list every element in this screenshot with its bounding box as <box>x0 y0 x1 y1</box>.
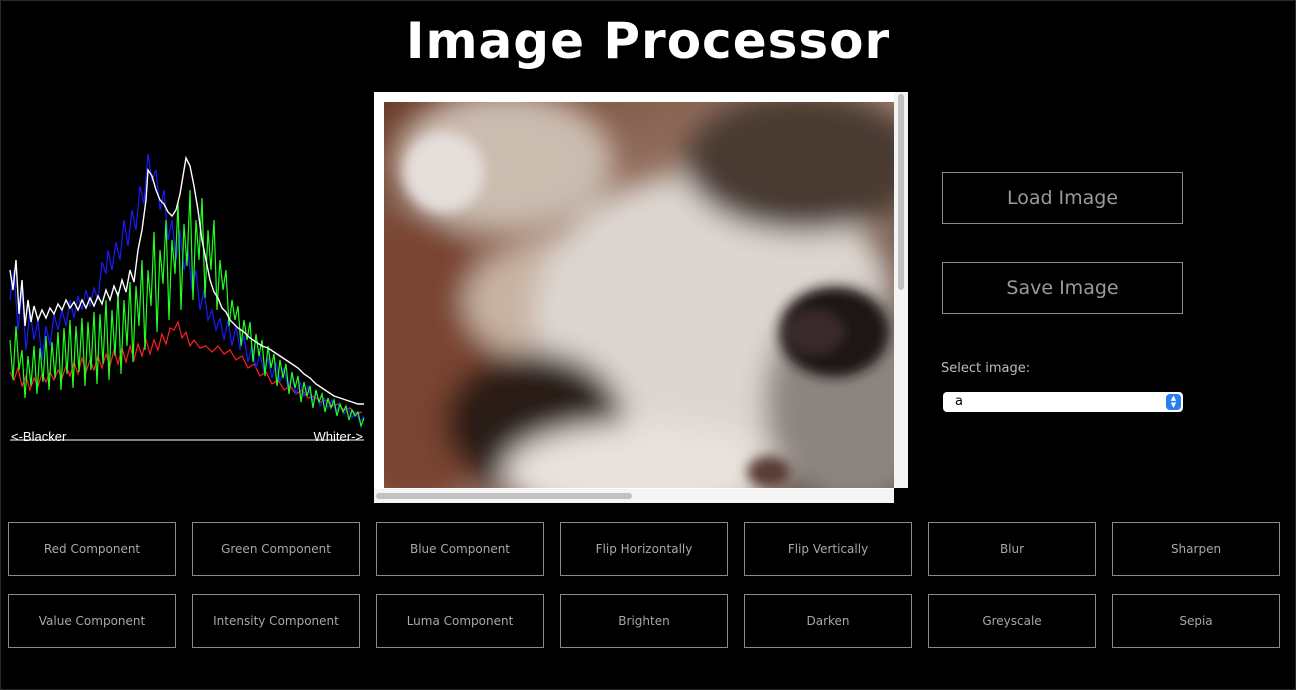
brighten-button[interactable]: Brighten <box>560 594 728 648</box>
histogram-left-label: <-Blacker <box>11 429 67 444</box>
histogram-chart <box>9 153 365 441</box>
horizontal-scrollbar[interactable] <box>374 489 894 503</box>
sharpen-button[interactable]: Sharpen <box>1112 522 1280 576</box>
select-image-value: a <box>955 394 963 409</box>
displayed-image <box>384 102 894 488</box>
flip-horizontally-button[interactable]: Flip Horizontally <box>560 522 728 576</box>
intensity-component-button[interactable]: Intensity Component <box>192 594 360 648</box>
vertical-scrollbar[interactable] <box>894 92 908 488</box>
app-title: Image Processor <box>405 12 891 70</box>
histogram-panel: <-Blacker Whiter-> <box>8 150 366 446</box>
horizontal-scroll-thumb[interactable] <box>376 493 632 499</box>
histogram-intensity-line <box>9 155 364 405</box>
save-image-button[interactable]: Save Image <box>942 262 1183 314</box>
value-component-button[interactable]: Value Component <box>8 594 176 648</box>
greyscale-button[interactable]: Greyscale <box>928 594 1096 648</box>
darken-button[interactable]: Darken <box>744 594 912 648</box>
vertical-scroll-thumb[interactable] <box>898 94 904 290</box>
select-image-label: Select image: <box>941 361 1031 376</box>
blue-component-button[interactable]: Blue Component <box>376 522 544 576</box>
updown-chevron-icon: ▲ ▼ <box>1166 394 1181 410</box>
sepia-button[interactable]: Sepia <box>1112 594 1280 648</box>
image-viewer <box>374 92 908 503</box>
green-component-button[interactable]: Green Component <box>192 522 360 576</box>
red-component-button[interactable]: Red Component <box>8 522 176 576</box>
select-image-dropdown[interactable]: a ▲ ▼ <box>943 392 1183 412</box>
blur-button[interactable]: Blur <box>928 522 1096 576</box>
luma-component-button[interactable]: Luma Component <box>376 594 544 648</box>
flip-vertically-button[interactable]: Flip Vertically <box>744 522 912 576</box>
histogram-blue-line <box>9 153 365 424</box>
histogram-red-line <box>9 320 363 415</box>
scrollbar-corner <box>894 488 908 503</box>
load-image-button[interactable]: Load Image <box>942 172 1183 224</box>
histogram-right-label: Whiter-> <box>313 429 363 444</box>
